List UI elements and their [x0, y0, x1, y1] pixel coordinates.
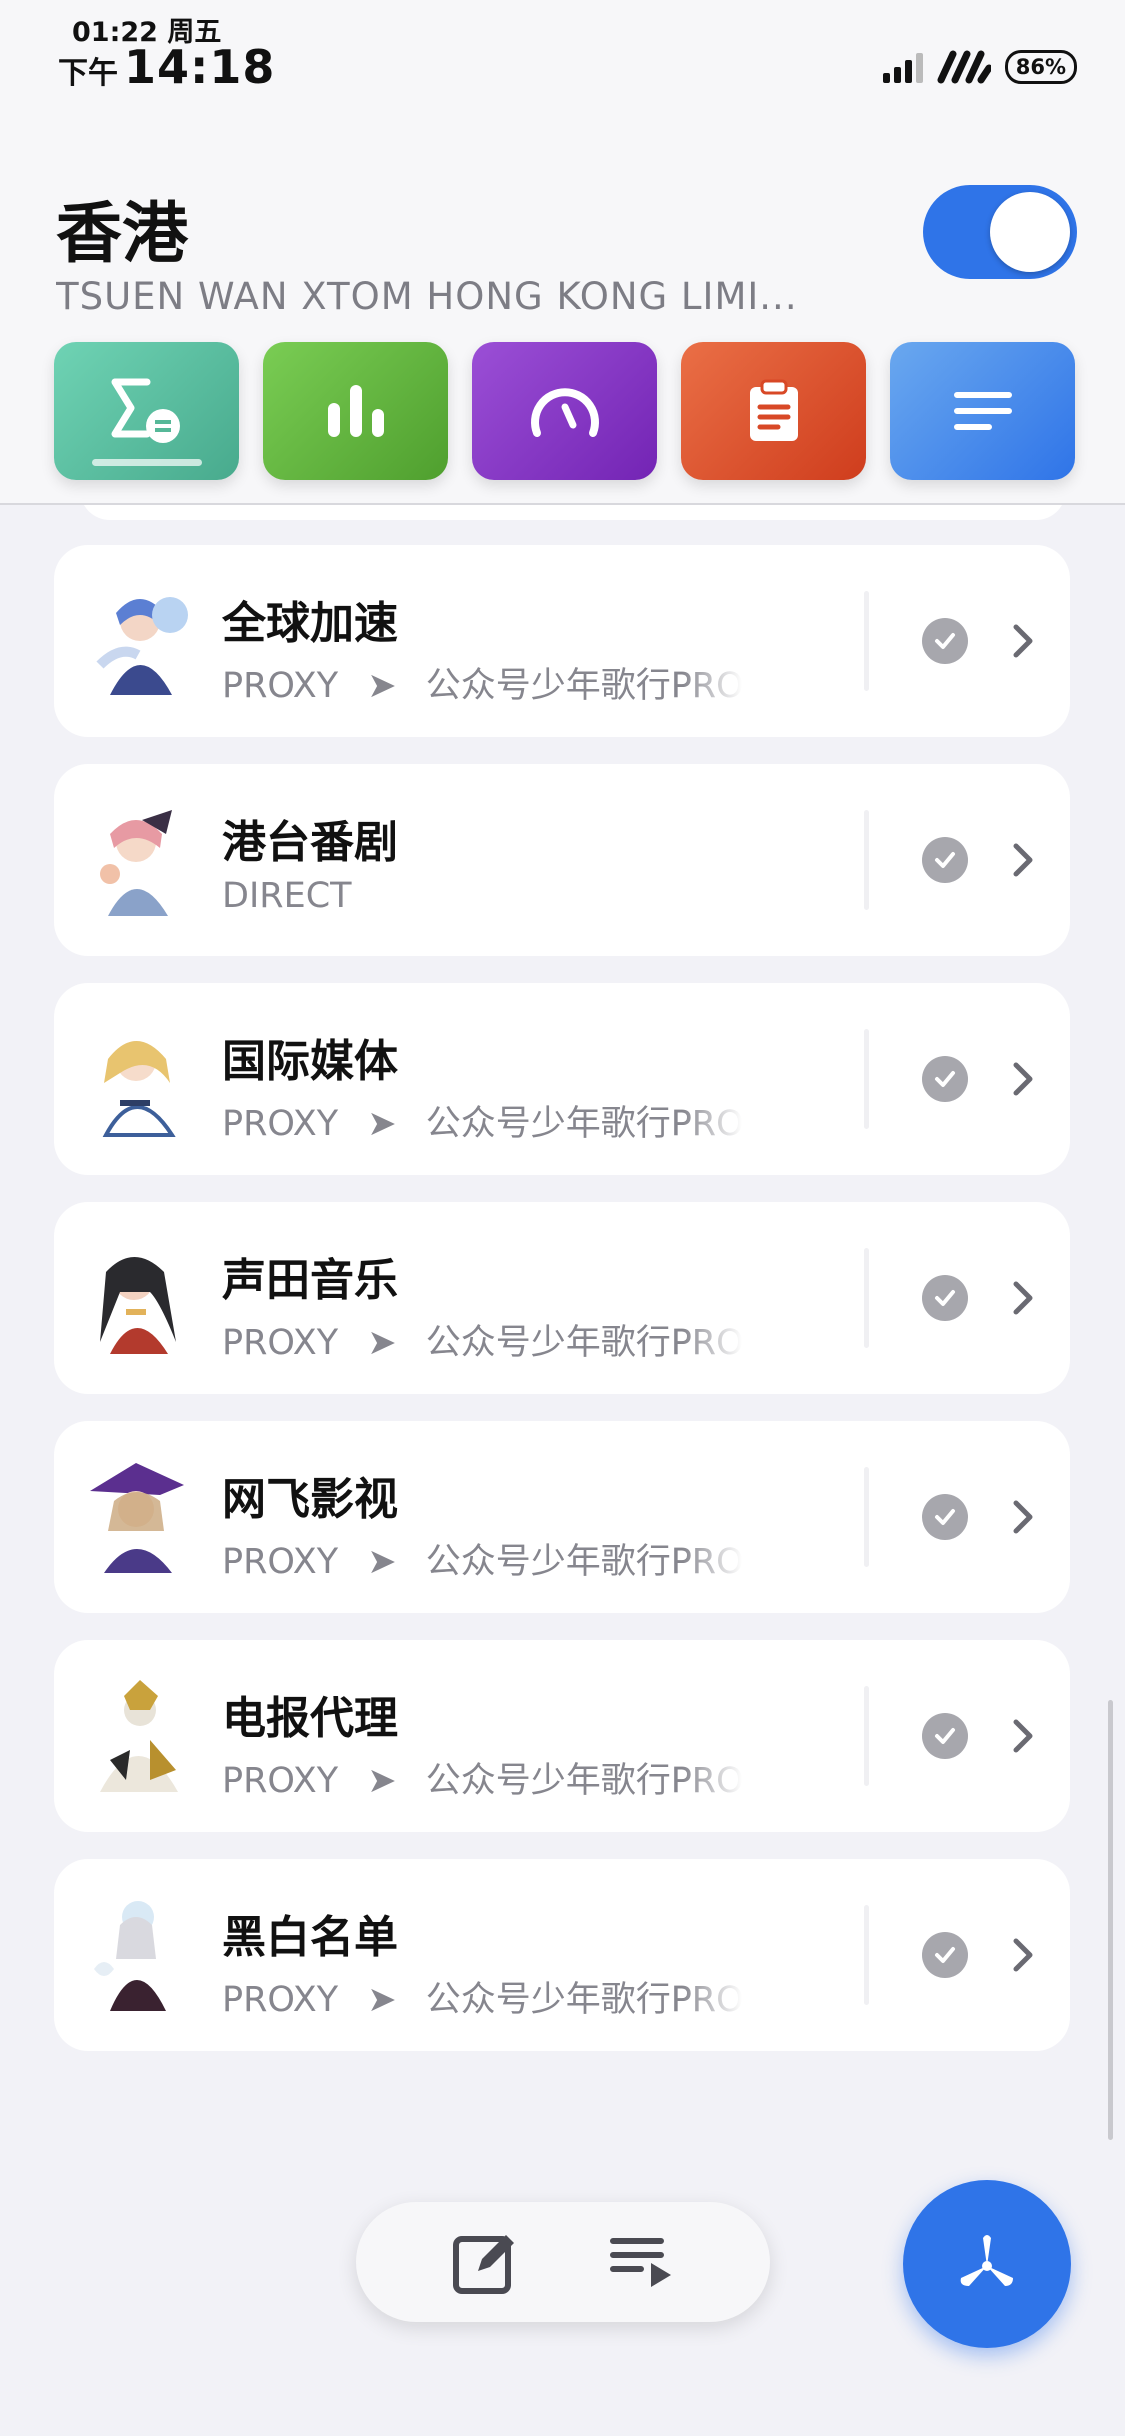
group-route: PROXY ➤ 公众号少年歌行PRO赠送高	[222, 1752, 742, 1803]
route-arrow-icon: ➤	[367, 1104, 397, 1144]
speedometer-icon	[530, 388, 599, 437]
connection-toggle[interactable]	[923, 185, 1077, 279]
group-name: 国际媒体	[222, 1036, 398, 1087]
group-policy: PROXY	[222, 666, 339, 706]
policy-group-card[interactable]: 网飞影视 PROXY ➤ 公众号少年歌行PRO赠送高	[54, 1421, 1070, 1613]
checkmark-icon[interactable]	[922, 1713, 968, 1759]
group-policy: PROXY	[222, 1104, 339, 1144]
tile-speedtest[interactable]	[472, 342, 657, 480]
status-ampm: 下午	[58, 56, 118, 91]
group-route: PROXY ➤ 公众号少年歌行PRO赠送高	[222, 1314, 742, 1365]
toggle-knob	[990, 192, 1070, 272]
card-divider	[864, 591, 869, 691]
card-divider	[864, 1905, 869, 2005]
policy-group-card[interactable]: 全球加速 PROXY ➤ 公众号少年歌行PRO赠送高	[54, 545, 1070, 737]
character-avatar	[96, 597, 188, 695]
chevron-right-icon[interactable]	[1002, 1935, 1042, 1975]
route-arrow-icon: ➤	[367, 1980, 397, 2020]
tile-statistics[interactable]	[263, 342, 448, 480]
card-divider	[864, 1686, 869, 1786]
battery-indicator: 86%	[1004, 50, 1077, 84]
status-indicators: 86%	[882, 50, 1077, 84]
policy-group-card[interactable]: 电报代理 PROXY ➤ 公众号少年歌行PRO赠送高	[54, 1640, 1070, 1832]
group-route: PROXY ➤ 公众号少年歌行PRO赠送高	[222, 1533, 742, 1584]
status-clock: 下午 14:18	[58, 40, 275, 94]
chevron-right-icon[interactable]	[1002, 621, 1042, 661]
status-time: 14:18	[124, 40, 276, 94]
group-name: 网飞影视	[222, 1474, 398, 1525]
chevron-right-icon[interactable]	[1002, 1278, 1042, 1318]
group-name: 黑白名单	[222, 1912, 398, 1963]
checkmark-icon[interactable]	[922, 1494, 968, 1540]
character-avatar	[94, 1901, 166, 2011]
route-arrow-icon: ➤	[367, 1542, 397, 1582]
route-arrow-icon: ➤	[367, 1761, 397, 1801]
header: 01:22 周五 下午 14:18 86% 香港 TSUEN WAN XTOM …	[0, 0, 1125, 505]
card-divider	[864, 1248, 869, 1348]
node-subtitle: TSUEN WAN XTOM HONG KONG LIMI...	[56, 275, 798, 318]
group-route: PROXY ➤ 公众号少年歌行PRO赠送高	[222, 1095, 742, 1146]
playlist-icon[interactable]	[607, 2227, 677, 2297]
character-avatar	[100, 1680, 178, 1792]
menu-lines-icon	[953, 392, 1012, 430]
scrollbar[interactable]	[1108, 1700, 1113, 2140]
fab-button[interactable]	[903, 2180, 1071, 2348]
bar-chart-icon	[327, 385, 384, 437]
group-policy: PROXY	[222, 1761, 339, 1801]
group-route: PROXY ➤ 公众号少年歌行PRO赠送高	[222, 657, 742, 708]
checkmark-icon[interactable]	[922, 618, 968, 664]
character-avatar	[90, 1463, 184, 1573]
group-name: 全球加速	[222, 598, 398, 649]
tile-logs[interactable]	[681, 342, 866, 480]
checkmark-icon[interactable]	[922, 1932, 968, 1978]
route-arrow-icon: ➤	[367, 666, 397, 706]
clipboard-icon	[749, 379, 798, 441]
cellular-signal-icon	[882, 51, 923, 83]
group-route: PROXY ➤ 公众号少年歌行PRO赠送高	[222, 1971, 742, 2022]
checkmark-icon[interactable]	[922, 1275, 968, 1321]
chevron-right-icon[interactable]	[1002, 1497, 1042, 1537]
checkmark-icon[interactable]	[922, 837, 968, 883]
card-divider	[864, 1029, 869, 1129]
chevron-right-icon[interactable]	[1002, 1716, 1042, 1756]
policy-group-card[interactable]: 国际媒体 PROXY ➤ 公众号少年歌行PRO赠送高	[54, 983, 1070, 1175]
group-policy: DIRECT	[222, 876, 352, 916]
sigma-icon	[111, 378, 180, 443]
bottom-toolbar	[356, 2202, 770, 2322]
fan-icon	[960, 2235, 1013, 2286]
policy-group-list: 全球加速 PROXY ➤ 公众号少年歌行PRO赠送高 港台番剧 DIRECT	[54, 545, 1070, 2078]
tile-menu[interactable]	[890, 342, 1075, 480]
page-title: 香港	[56, 195, 188, 272]
tile-active-indicator	[92, 459, 202, 466]
group-name: 港台番剧	[222, 817, 398, 868]
chevron-right-icon[interactable]	[1002, 1059, 1042, 1099]
policy-group-card[interactable]: 声田音乐 PROXY ➤ 公众号少年歌行PRO赠送高	[54, 1202, 1070, 1394]
group-policy: PROXY	[222, 1980, 339, 2020]
card-divider	[864, 810, 869, 910]
chevron-right-icon[interactable]	[1002, 840, 1042, 880]
carrier-logo-icon	[937, 50, 991, 84]
group-policy: PROXY	[222, 1323, 339, 1363]
policy-group-card[interactable]: 黑白名单 PROXY ➤ 公众号少年歌行PRO赠送高	[54, 1859, 1070, 2051]
group-route: DIRECT	[222, 876, 742, 916]
tile-summary[interactable]	[54, 342, 239, 480]
card-divider	[864, 1467, 869, 1567]
policy-group-card[interactable]: 港台番剧 DIRECT	[54, 764, 1070, 956]
checkmark-icon[interactable]	[922, 1056, 968, 1102]
group-name: 声田音乐	[222, 1255, 398, 1306]
tool-tiles	[54, 342, 1075, 480]
edit-icon[interactable]	[450, 2227, 520, 2297]
group-policy: PROXY	[222, 1542, 339, 1582]
character-avatar	[100, 1257, 176, 1354]
group-name: 电报代理	[222, 1693, 398, 1744]
character-avatar	[102, 1041, 176, 1137]
route-arrow-icon: ➤	[367, 1323, 397, 1363]
character-avatar	[100, 810, 172, 916]
